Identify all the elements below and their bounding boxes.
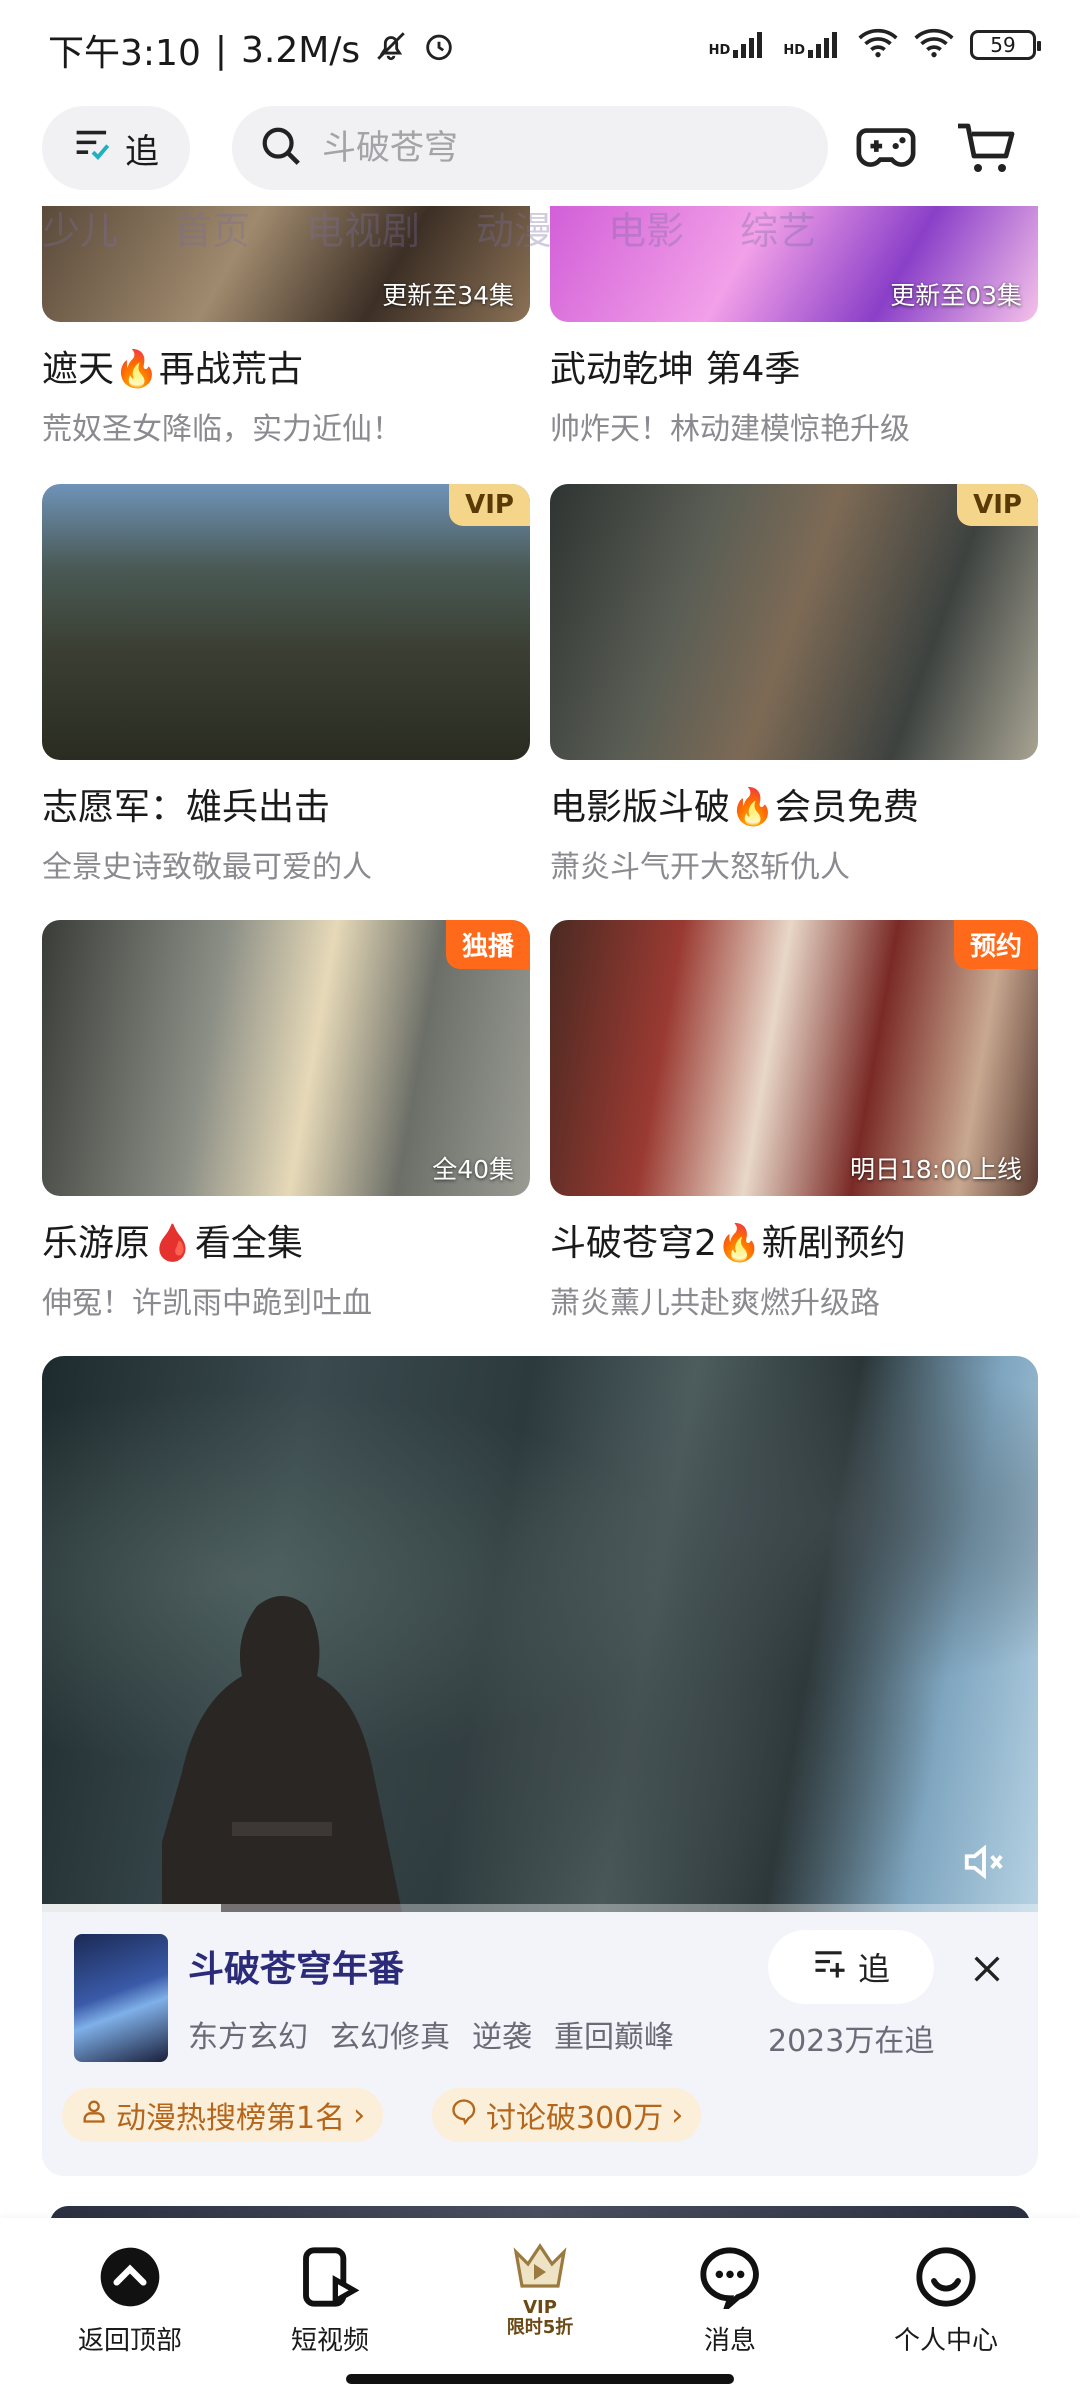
nav-label: 消息 xyxy=(703,2326,756,2356)
video-card[interactable]: 更新至03集 武动乾坤 第4季 帅炸天！林动建模惊艳升级 xyxy=(550,206,1038,448)
video-progress-bar[interactable] xyxy=(42,1904,1038,1912)
genre-tag[interactable]: 重回巅峰 xyxy=(554,2012,674,2056)
vip-badge: VIP xyxy=(449,484,530,526)
vip-promo-line1: VIP xyxy=(523,2297,557,2318)
video-card[interactable]: 独播 全40集 乐游原🩸看全集 伸冤！许凯雨中跪到吐血 xyxy=(42,920,530,1322)
network-2-label: HD xyxy=(783,43,805,58)
search-icon xyxy=(258,123,304,173)
show-poster[interactable] xyxy=(74,1934,168,2062)
follow-show-button[interactable]: 追 xyxy=(768,1930,934,2004)
video-card[interactable]: 预约 明日18:00上线 斗破苍穹2🔥新剧预约 萧炎薰儿共赴爽燃升级路 xyxy=(550,920,1038,1322)
status-separator: | xyxy=(214,29,227,71)
hot-rank-chip[interactable]: 动漫热搜榜第1名 › xyxy=(62,2088,384,2142)
comment-bubble-icon xyxy=(450,2097,478,2133)
featured-video-card[interactable]: 斗破苍穹年番 东方玄幻 玄幻修真 逆袭 重回巅峰 追 2023万在追 动漫热搜榜… xyxy=(42,1356,1038,2176)
featured-title[interactable]: 斗破苍穹年番 xyxy=(188,1940,404,1992)
alarm-icon xyxy=(422,29,456,72)
network-speed: 3.2M/s xyxy=(240,29,361,71)
video-thumbnail[interactable]: 更新至34集 xyxy=(42,206,530,322)
discussion-label: 讨论破300万 xyxy=(486,2101,664,2136)
hooded-figure-image xyxy=(162,1596,402,1912)
vip-promo-tab[interactable]: VIP 限时5折 xyxy=(490,2240,590,2350)
game-controller-icon[interactable] xyxy=(850,112,922,184)
rank-person-icon xyxy=(80,2097,108,2133)
search-bar[interactable] xyxy=(232,106,828,190)
card-subtitle: 帅炸天！林动建模惊艳升级 xyxy=(550,412,910,447)
video-thumbnail[interactable]: 更新至03集 xyxy=(550,206,1038,322)
hot-rank-label: 动漫热搜榜第1名 xyxy=(116,2101,346,2136)
genre-tags: 东方玄幻 玄幻修真 逆袭 重回巅峰 xyxy=(188,2012,674,2056)
exclusive-badge: 独播 xyxy=(445,920,530,969)
chevron-right-icon: › xyxy=(671,2097,684,2133)
video-player[interactable] xyxy=(42,1356,1038,1912)
video-progress-fill xyxy=(42,1904,222,1912)
card-subtitle: 萧炎薰儿共赴爽燃升级路 xyxy=(550,1286,880,1321)
nav-short-video[interactable]: 短视频 xyxy=(240,2242,420,2357)
follow-list-label: 追 xyxy=(125,131,159,172)
wifi-alt-icon xyxy=(914,28,954,62)
premiere-time: 明日18:00上线 xyxy=(849,1155,1022,1184)
signal-hd-icon: HD xyxy=(709,32,768,58)
shopping-cart-icon[interactable] xyxy=(950,112,1022,184)
featured-info-panel: 斗破苍穹年番 东方玄幻 玄幻修真 逆袭 重回巅峰 追 2023万在追 动漫热搜榜… xyxy=(42,1912,1038,2176)
video-thumbnail[interactable]: VIP xyxy=(550,484,1038,760)
close-icon[interactable] xyxy=(962,1944,1012,1994)
nav-label: 个人中心 xyxy=(893,2326,998,2356)
smiley-profile-icon xyxy=(911,2242,981,2312)
genre-tag[interactable]: 玄幻修真 xyxy=(330,2012,450,2056)
genre-tag[interactable]: 逆袭 xyxy=(472,2012,532,2056)
status-time: 下午3:10 xyxy=(48,33,201,74)
video-card[interactable]: VIP 志愿军：雄兵出击 全景史诗致敬最可爱的人 xyxy=(42,484,530,886)
follow-list-icon xyxy=(73,126,113,171)
mute-toggle-icon[interactable] xyxy=(956,1834,1012,1890)
follower-count: 2023万在追 xyxy=(768,2024,935,2059)
follow-list-button[interactable]: 追 xyxy=(42,106,190,190)
vip-badge: VIP xyxy=(957,484,1038,526)
episode-status: 全40集 xyxy=(432,1155,514,1184)
follow-show-label: 追 xyxy=(857,1950,890,1988)
card-subtitle: 全景史诗致敬最可爱的人 xyxy=(42,850,372,885)
vip-crown-icon xyxy=(508,2240,572,2298)
video-thumbnail[interactable]: 预约 明日18:00上线 xyxy=(550,920,1038,1196)
discussion-chip[interactable]: 讨论破300万 › xyxy=(432,2088,702,2142)
back-to-top-icon xyxy=(95,2242,165,2312)
video-thumbnail[interactable]: VIP xyxy=(42,484,530,760)
nav-messages[interactable]: 消息 xyxy=(640,2242,820,2357)
video-thumbnail[interactable]: 独播 全40集 xyxy=(42,920,530,1196)
video-card[interactable]: VIP 电影版斗破🔥会员免费 萧炎斗气开大怒斩仇人 xyxy=(550,484,1038,886)
mute-bell-icon xyxy=(374,29,408,72)
card-subtitle: 萧炎斗气开大怒斩仇人 xyxy=(550,850,850,885)
bottom-navigation: 返回顶部 短视频 VIP 限时5折 消息 个人中心 xyxy=(0,2218,1080,2400)
network-1-label: HD xyxy=(708,43,731,58)
nav-back-to-top[interactable]: 返回顶部 xyxy=(40,2242,220,2357)
card-title[interactable]: 电影版斗破🔥会员免费 xyxy=(550,778,1038,830)
episode-status: 更新至34集 xyxy=(382,281,514,310)
card-subtitle: 伸冤！许凯雨中跪到吐血 xyxy=(42,1286,372,1321)
card-subtitle: 荒奴圣女降临，实力近仙！ xyxy=(42,412,402,447)
nav-label: 返回顶部 xyxy=(77,2326,182,2356)
home-indicator[interactable] xyxy=(346,2374,734,2384)
vip-promo-line2: 限时5折 xyxy=(506,2317,574,2338)
nav-label: 短视频 xyxy=(290,2326,369,2356)
message-bubble-icon xyxy=(695,2242,765,2312)
short-video-icon xyxy=(295,2242,365,2312)
top-header: 追 xyxy=(0,100,1080,200)
card-title[interactable]: 乐游原🩸看全集 xyxy=(42,1214,530,1266)
card-title[interactable]: 斗破苍穹2🔥新剧预约 xyxy=(550,1214,1038,1266)
wifi-icon xyxy=(858,28,898,62)
episode-status: 更新至03集 xyxy=(890,281,1022,310)
card-title[interactable]: 志愿军：雄兵出击 xyxy=(42,778,530,830)
video-card[interactable]: 更新至34集 遮天🔥再战荒古 荒奴圣女降临，实力近仙！ xyxy=(42,206,530,448)
status-bar: 下午3:10 | 3.2M/s HD HD 59 xyxy=(0,0,1080,92)
card-title[interactable]: 武动乾坤 第4季 xyxy=(550,340,1038,392)
signal-hd-icon-2: HD xyxy=(783,32,842,58)
battery-icon: 59 xyxy=(970,30,1041,60)
reservation-badge: 预约 xyxy=(953,920,1038,969)
nav-profile[interactable]: 个人中心 xyxy=(856,2242,1036,2357)
chevron-right-icon: › xyxy=(353,2097,366,2133)
card-title[interactable]: 遮天🔥再战荒古 xyxy=(42,340,530,392)
add-follow-icon xyxy=(812,1947,848,1987)
search-input[interactable] xyxy=(322,128,802,168)
genre-tag[interactable]: 东方玄幻 xyxy=(188,2012,308,2056)
